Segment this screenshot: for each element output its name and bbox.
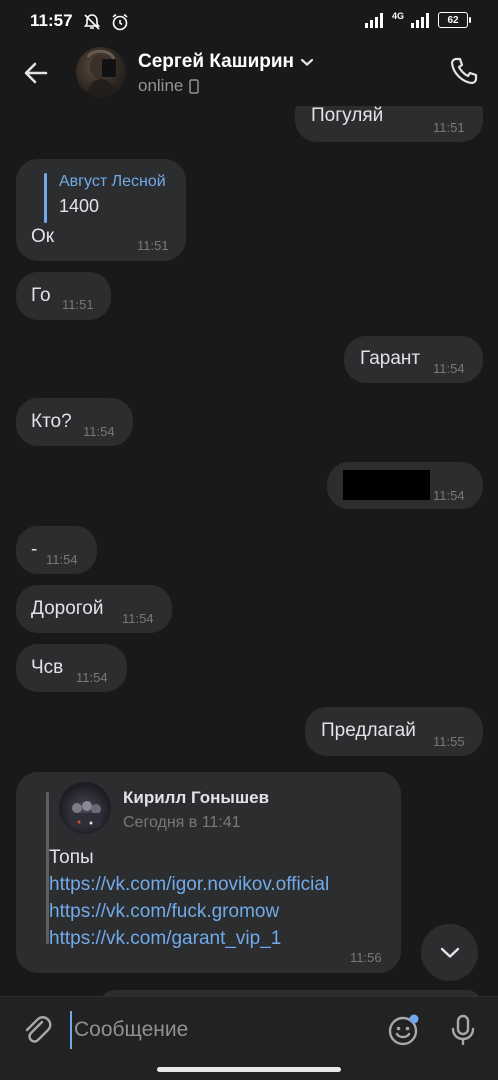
contact-status-text: online [138, 76, 184, 95]
back-arrow-icon[interactable] [20, 57, 52, 89]
message-composer [0, 996, 498, 1064]
message-time: 11:51 [137, 238, 169, 253]
message-bubble-outgoing[interactable]: Предлагай 11:55 [305, 707, 483, 756]
reply-quote-line [44, 173, 47, 223]
forward-avatar-image [71, 801, 101, 827]
message-bubble-incoming[interactable]: Дорогой 11:54 [16, 585, 172, 633]
message-bubble-outgoing-redacted[interactable]: 11:54 [327, 462, 483, 509]
phone-device-icon [189, 78, 200, 94]
status-icons-right: 4G 62 [364, 11, 471, 28]
message-text: Дорогой [31, 598, 104, 619]
forward-text: Топы [49, 847, 94, 868]
alarm-icon [112, 13, 128, 31]
scroll-down-button[interactable] [421, 924, 478, 981]
home-indicator[interactable] [157, 1067, 341, 1072]
navigation-bar [0, 1064, 498, 1080]
message-time: 11:54 [46, 552, 78, 567]
message-text: - [31, 539, 38, 560]
message-bubble-incoming[interactable]: Го 11:51 [16, 272, 111, 320]
message-bubble-reply[interactable]: Август Лесной 1400 Ок 11:51 [16, 159, 186, 261]
message-time: 11:56 [350, 950, 382, 965]
muted-notifications-icon [83, 14, 101, 30]
redacted-content [343, 470, 430, 500]
avatar[interactable] [76, 47, 126, 97]
message-input[interactable] [70, 1011, 370, 1049]
message-text: Го [31, 285, 51, 306]
message-text: Гарант [360, 348, 421, 369]
phone-icon[interactable] [448, 55, 480, 87]
network-type: 4G [391, 11, 404, 21]
mic-icon[interactable] [446, 1013, 480, 1047]
message-bubble-forwarded[interactable]: Кирилл Гонышев Сегодня в 11:41 Топы http… [16, 772, 401, 973]
avatar-image [86, 49, 116, 97]
contact-name[interactable]: Сергей Каширин [138, 51, 314, 73]
forward-link[interactable]: https://vk.com/garant_vip_1 [49, 925, 329, 952]
battery-level: 62 [447, 14, 459, 26]
message-time: 11:51 [62, 297, 94, 312]
contact-status: online [138, 76, 200, 96]
forward-author-avatar[interactable] [59, 782, 111, 834]
forward-link[interactable]: https://vk.com/igor.novikov.official [49, 871, 329, 898]
signal-4g-icon [411, 13, 429, 28]
message-bubble-outgoing[interactable]: Гарант 11:54 [344, 336, 483, 383]
reply-author[interactable]: Август Лесной [59, 173, 166, 191]
message-text: Ок [31, 226, 55, 247]
message-bubble-outgoing[interactable]: Погуляй 11:51 [295, 106, 483, 142]
message-list[interactable]: Погуляй 11:51 Август Лесной 1400 Ок 11:5… [0, 106, 498, 996]
message-time: 11:54 [433, 488, 465, 503]
message-text: Погуляй [311, 106, 384, 126]
message-time: 11:51 [433, 120, 465, 135]
message-time: 11:55 [433, 734, 465, 749]
reply-text: 1400 [59, 196, 100, 216]
message-bubble-incoming[interactable]: - 11:54 [16, 526, 97, 574]
forward-date: Сегодня в 11:41 [123, 814, 241, 831]
status-bar: 11:57 4G 62 [0, 0, 498, 44]
forward-author-name[interactable]: Кирилл Гонышев [123, 788, 269, 808]
attach-icon[interactable] [20, 1013, 54, 1047]
chat-header: Сергей Каширин online [0, 44, 498, 106]
scroll-down-icon [440, 947, 459, 958]
forward-link[interactable]: https://vk.com/fuck.gromow [49, 898, 329, 925]
message-time: 11:54 [76, 670, 108, 685]
battery-icon: 62 [438, 12, 471, 28]
status-icons-left [82, 12, 130, 32]
message-text: Чсв [31, 657, 64, 678]
message-bubble-incoming[interactable]: Чсв 11:54 [16, 644, 127, 692]
message-time: 11:54 [122, 611, 154, 626]
message-bubble-incoming[interactable]: Кто? 11:54 [16, 398, 133, 446]
forward-body: Топы https://vk.com/igor.novikov.officia… [49, 844, 329, 952]
message-time: 11:54 [83, 424, 115, 439]
emoji-icon[interactable] [387, 1013, 421, 1047]
chevron-down-icon [300, 58, 314, 66]
message-text: Кто? [31, 411, 72, 432]
status-time: 11:57 [30, 11, 73, 30]
signal-icon [364, 13, 383, 28]
message-time: 11:54 [433, 361, 465, 376]
contact-name-text: Сергей Каширин [138, 51, 295, 72]
message-text: Предлагай [321, 720, 416, 741]
